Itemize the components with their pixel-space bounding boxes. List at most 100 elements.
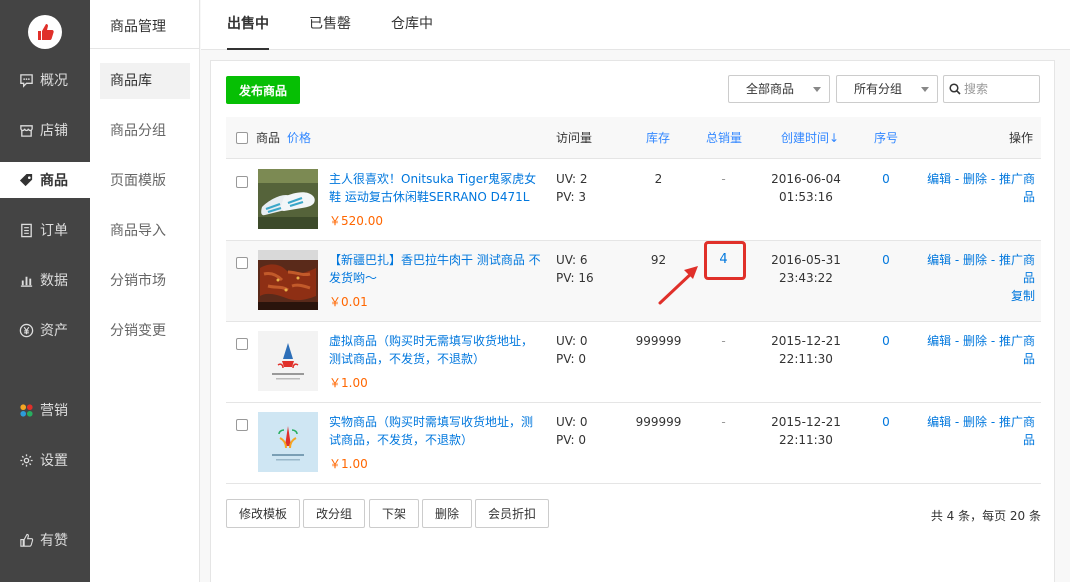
pagination-summary: 共 4 条，每页 20 条 <box>930 509 1041 523</box>
product-title-link[interactable]: 主人很喜欢！Onitsuka Tiger鬼冢虎女鞋 运动复古休闲鞋SERRANO… <box>329 170 544 206</box>
delete-button[interactable]: 删除 <box>422 499 473 528</box>
pv-count: PV: 0 <box>556 352 586 366</box>
copy-link[interactable]: 复制 <box>1011 289 1035 303</box>
store-icon <box>20 124 33 137</box>
product-title-link[interactable]: 实物商品（购买时需填写收货地址，测试商品，不发货，不退款） <box>329 413 544 449</box>
product-title-link[interactable]: 虚拟商品（购买时无需填写收货地址，测试商品，不发货，不退款） <box>329 332 544 368</box>
promote-link-wrap[interactable]: 品 <box>1023 352 1035 366</box>
product-thumbnail[interactable] <box>258 412 318 472</box>
visit-stats: UV: 2 PV: 3 <box>556 170 588 206</box>
row-actions: 编辑 - 删除 - 推广商 品 复制 <box>921 251 1035 305</box>
member-discount-button[interactable]: 会员折扣 <box>475 499 550 528</box>
created-date: 2016-06-04 <box>771 172 841 186</box>
sequence-number[interactable]: 0 <box>876 170 896 188</box>
publish-goods-button[interactable]: 发布商品 <box>226 76 300 104</box>
header-ops: 操作 <box>1009 131 1034 145</box>
visit-stats: UV: 0 PV: 0 <box>556 413 588 449</box>
sidebar-item-assets[interactable]: 资产 <box>0 312 90 348</box>
header-sales[interactable]: 总销量 <box>706 117 742 159</box>
sequence-number[interactable]: 0 <box>876 413 896 431</box>
subnav-item-distribution-changes[interactable]: 分销变更 <box>100 313 190 349</box>
edit-delete-promote-link[interactable]: 编辑 - 删除 - 推广商 <box>927 415 1035 429</box>
product-price: ￥1.00 <box>329 376 368 390</box>
product-price: ￥0.01 <box>329 295 368 309</box>
tag-icon <box>19 173 33 186</box>
sidebar-item-label: 订单 <box>40 223 68 239</box>
header-created[interactable]: 创建时间↓ <box>781 117 839 159</box>
take-down-button[interactable]: 下架 <box>369 499 420 528</box>
yen-icon <box>19 323 34 337</box>
table-header: 商品 价格 访问量 库存 总销量 创建时间↓ 序号 操作 <box>226 117 1041 159</box>
table-row: 虚拟商品（购买时无需填写收货地址，测试商品，不发货，不退款） ￥1.00 UV:… <box>226 322 1041 403</box>
created-date: 2016-05-31 <box>771 253 841 267</box>
group-filter-value: 所有分组 <box>854 82 903 96</box>
sequence-number[interactable]: 0 <box>876 332 896 350</box>
row-checkbox[interactable] <box>236 176 248 188</box>
header-visits: 访问量 <box>556 131 593 145</box>
sequence-number[interactable]: 0 <box>876 251 896 269</box>
edit-delete-promote-link[interactable]: 编辑 - 删除 - 推广商 <box>927 334 1035 348</box>
sidebar-item-store[interactable]: 店铺 <box>0 112 90 148</box>
header-product: 商品 <box>256 131 281 145</box>
gear-icon <box>20 453 33 467</box>
product-thumbnail[interactable] <box>258 169 318 229</box>
header-seq[interactable]: 序号 <box>874 117 898 159</box>
edit-delete-promote-link[interactable]: 编辑 - 删除 - 推广商 <box>927 253 1035 267</box>
sidebar-item-orders[interactable]: 订单 <box>0 212 90 248</box>
promote-link-wrap[interactable]: 品 <box>1023 271 1035 285</box>
sales-value: - <box>721 334 726 348</box>
top-tabs: 出售中 已售罄 仓库中 <box>201 0 1070 50</box>
select-all-checkbox[interactable] <box>236 132 248 144</box>
change-group-button[interactable]: 改分组 <box>303 499 366 528</box>
thumb-icon <box>20 533 34 547</box>
row-actions: 编辑 - 删除 - 推广商 品 <box>921 413 1035 449</box>
tab-sold-out[interactable]: 已售罄 <box>309 0 351 50</box>
header-price[interactable]: 价格 <box>287 117 311 159</box>
tab-on-sale[interactable]: 出售中 <box>227 0 269 50</box>
created-time: 2016-05-31 23:43:22 <box>766 251 846 287</box>
row-checkbox[interactable] <box>236 338 248 350</box>
sidebar-item-data[interactable]: 数据 <box>0 262 90 298</box>
header-stock[interactable]: 库存 <box>646 117 670 159</box>
subnav-title: 商品管理 <box>110 19 166 35</box>
subnav-item-groups[interactable]: 商品分组 <box>100 113 190 149</box>
subnav-item-templates[interactable]: 页面模版 <box>100 163 190 199</box>
sidebar-item-label: 有赞 <box>40 533 68 549</box>
subnav-item-import[interactable]: 商品导入 <box>100 213 190 249</box>
sidebar-item-youzan[interactable]: 有赞 <box>0 522 90 558</box>
row-checkbox[interactable] <box>236 419 248 431</box>
subnav-item-library[interactable]: 商品库 <box>100 63 190 99</box>
row-actions: 编辑 - 删除 - 推广商 品 <box>921 170 1035 206</box>
product-thumbnail[interactable] <box>258 250 318 310</box>
promote-link-wrap[interactable]: 品 <box>1023 190 1035 204</box>
sidebar-item-overview[interactable]: 概况 <box>0 62 90 98</box>
chevron-down-icon <box>921 87 929 92</box>
search-input[interactable] <box>964 80 1034 98</box>
product-thumbnail[interactable] <box>258 331 318 391</box>
tab-warehouse[interactable]: 仓库中 <box>391 0 433 50</box>
pv-count: PV: 16 <box>556 271 594 285</box>
sidebar-item-marketing[interactable]: 营销 <box>0 392 90 428</box>
group-filter-select[interactable]: 所有分组 <box>836 75 938 103</box>
promote-link-wrap[interactable]: 品 <box>1023 433 1035 447</box>
sidebar-item-goods[interactable]: 商品 <box>0 162 90 198</box>
goods-filter-select[interactable]: 全部商品 <box>728 75 830 103</box>
divider <box>90 48 200 49</box>
sidebar-item-label: 设置 <box>40 453 68 469</box>
chat-icon <box>20 73 33 88</box>
created-date: 2015-12-21 <box>771 334 841 348</box>
logo[interactable] <box>28 15 62 49</box>
subnav-item-distribution-market[interactable]: 分销市场 <box>100 263 190 299</box>
modify-template-button[interactable]: 修改模板 <box>226 499 301 528</box>
created-clock: 22:11:30 <box>779 352 833 366</box>
sales-value: - <box>721 172 726 186</box>
goods-panel: 发布商品 全部商品 所有分组 商品 价格 访问量 库存 总销量 创建时间↓ 序号… <box>210 60 1055 582</box>
product-title-link[interactable]: 【新疆巴扎】香巴拉牛肉干 测试商品 不发货哟～ <box>329 251 544 287</box>
sidebar-item-settings[interactable]: 设置 <box>0 442 90 478</box>
row-checkbox[interactable] <box>236 257 248 269</box>
created-clock: 01:53:16 <box>779 190 833 204</box>
uv-count: UV: 6 <box>556 253 588 267</box>
thumb-logo-icon <box>38 24 54 40</box>
edit-delete-promote-link[interactable]: 编辑 - 删除 - 推广商 <box>927 172 1035 186</box>
uv-count: UV: 2 <box>556 172 588 186</box>
